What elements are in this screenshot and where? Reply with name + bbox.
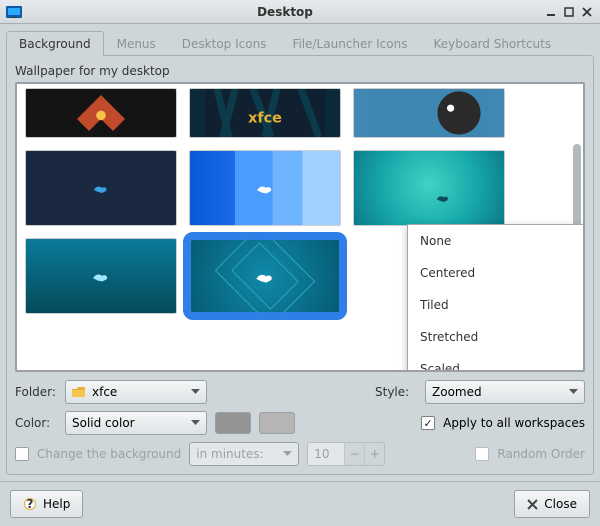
help-icon: ?: [23, 497, 37, 511]
maximize-button[interactable]: [562, 5, 576, 19]
svg-text:?: ?: [27, 497, 34, 511]
dialog-footer: ? Help Close: [0, 481, 600, 526]
color-swatch-2[interactable]: [259, 412, 295, 434]
tab-desktop-icons[interactable]: Desktop Icons: [169, 31, 280, 56]
wallpaper-thumb[interactable]: [25, 238, 177, 314]
apply-all-checkbox[interactable]: [421, 416, 435, 430]
color-mode-combo[interactable]: Solid color: [65, 411, 207, 435]
style-label: Style:: [375, 385, 417, 399]
change-bg-unit-value: in minutes:: [196, 447, 263, 461]
wallpaper-thumb[interactable]: [25, 88, 177, 138]
close-button[interactable]: Close: [514, 490, 590, 518]
tabs-bar: Background Menus Desktop Icons File/Laun…: [0, 24, 600, 55]
titlebar: Desktop: [0, 0, 600, 24]
tab-background[interactable]: Background: [6, 31, 104, 56]
style-option-tiled[interactable]: Tiled: [408, 289, 584, 321]
window-title: Desktop: [30, 5, 540, 19]
change-bg-interval-spinner: − +: [307, 442, 385, 466]
close-label: Close: [544, 497, 577, 511]
close-window-button[interactable]: [580, 5, 594, 19]
spinner-minus: −: [344, 443, 364, 465]
chevron-down-icon: [283, 451, 292, 457]
desktop-settings-window: Desktop Background Menus Desktop Icons F…: [0, 0, 600, 526]
style-value: Zoomed: [432, 385, 482, 399]
color-label: Color:: [15, 416, 57, 430]
wallpaper-thumb[interactable]: [353, 150, 505, 226]
style-option-centered[interactable]: Centered: [408, 257, 584, 289]
folder-combo[interactable]: xfce: [65, 380, 207, 404]
settings-rows: Folder: xfce Style: Zoomed Color:: [15, 380, 585, 466]
svg-text:xfce: xfce: [248, 111, 282, 127]
wallpaper-thumb[interactable]: [25, 150, 177, 226]
color-mode-value: Solid color: [72, 416, 135, 430]
chevron-down-icon: [191, 420, 200, 426]
tab-file-launcher-icons[interactable]: File/Launcher Icons: [279, 31, 420, 56]
wallpaper-thumb-selected[interactable]: [189, 238, 341, 314]
random-order-label: Random Order: [497, 447, 585, 461]
change-bg-interval-input: [308, 443, 344, 465]
folder-value: xfce: [92, 385, 117, 399]
tab-menus[interactable]: Menus: [104, 31, 169, 56]
minimize-button[interactable]: [544, 5, 558, 19]
random-order-checkbox: [475, 447, 489, 461]
chevron-down-icon: [569, 389, 578, 395]
wallpaper-thumbnails-frame: xfce: [15, 82, 585, 372]
help-button[interactable]: ? Help: [10, 490, 83, 518]
folder-icon: [72, 387, 86, 398]
change-bg-label: Change the background: [37, 447, 181, 461]
close-icon: [527, 499, 538, 510]
help-label: Help: [43, 497, 70, 511]
style-option-stretched[interactable]: Stretched: [408, 321, 584, 353]
style-option-scaled[interactable]: Scaled: [408, 353, 584, 372]
chevron-down-icon: [191, 389, 200, 395]
style-combo[interactable]: Zoomed: [425, 380, 585, 404]
apply-all-label: Apply to all workspaces: [443, 416, 585, 430]
wallpaper-thumb[interactable]: xfce: [189, 88, 341, 138]
spinner-plus: +: [364, 443, 384, 465]
wallpaper-section-label: Wallpaper for my desktop: [15, 64, 585, 78]
change-bg-checkbox[interactable]: [15, 447, 29, 461]
style-option-none[interactable]: None: [408, 225, 584, 257]
folder-label: Folder:: [15, 385, 57, 399]
change-bg-unit-combo: in minutes:: [189, 442, 299, 466]
tab-panel-background: Wallpaper for my desktop xfce: [6, 55, 594, 475]
style-dropdown-menu: None Centered Tiled Stretched Scaled Zoo…: [407, 224, 585, 372]
app-icon: [6, 6, 22, 18]
tab-keyboard-shortcuts[interactable]: Keyboard Shortcuts: [420, 31, 564, 56]
color-swatch-1[interactable]: [215, 412, 251, 434]
wallpaper-thumb[interactable]: [189, 150, 341, 226]
wallpaper-thumb[interactable]: [353, 88, 505, 138]
